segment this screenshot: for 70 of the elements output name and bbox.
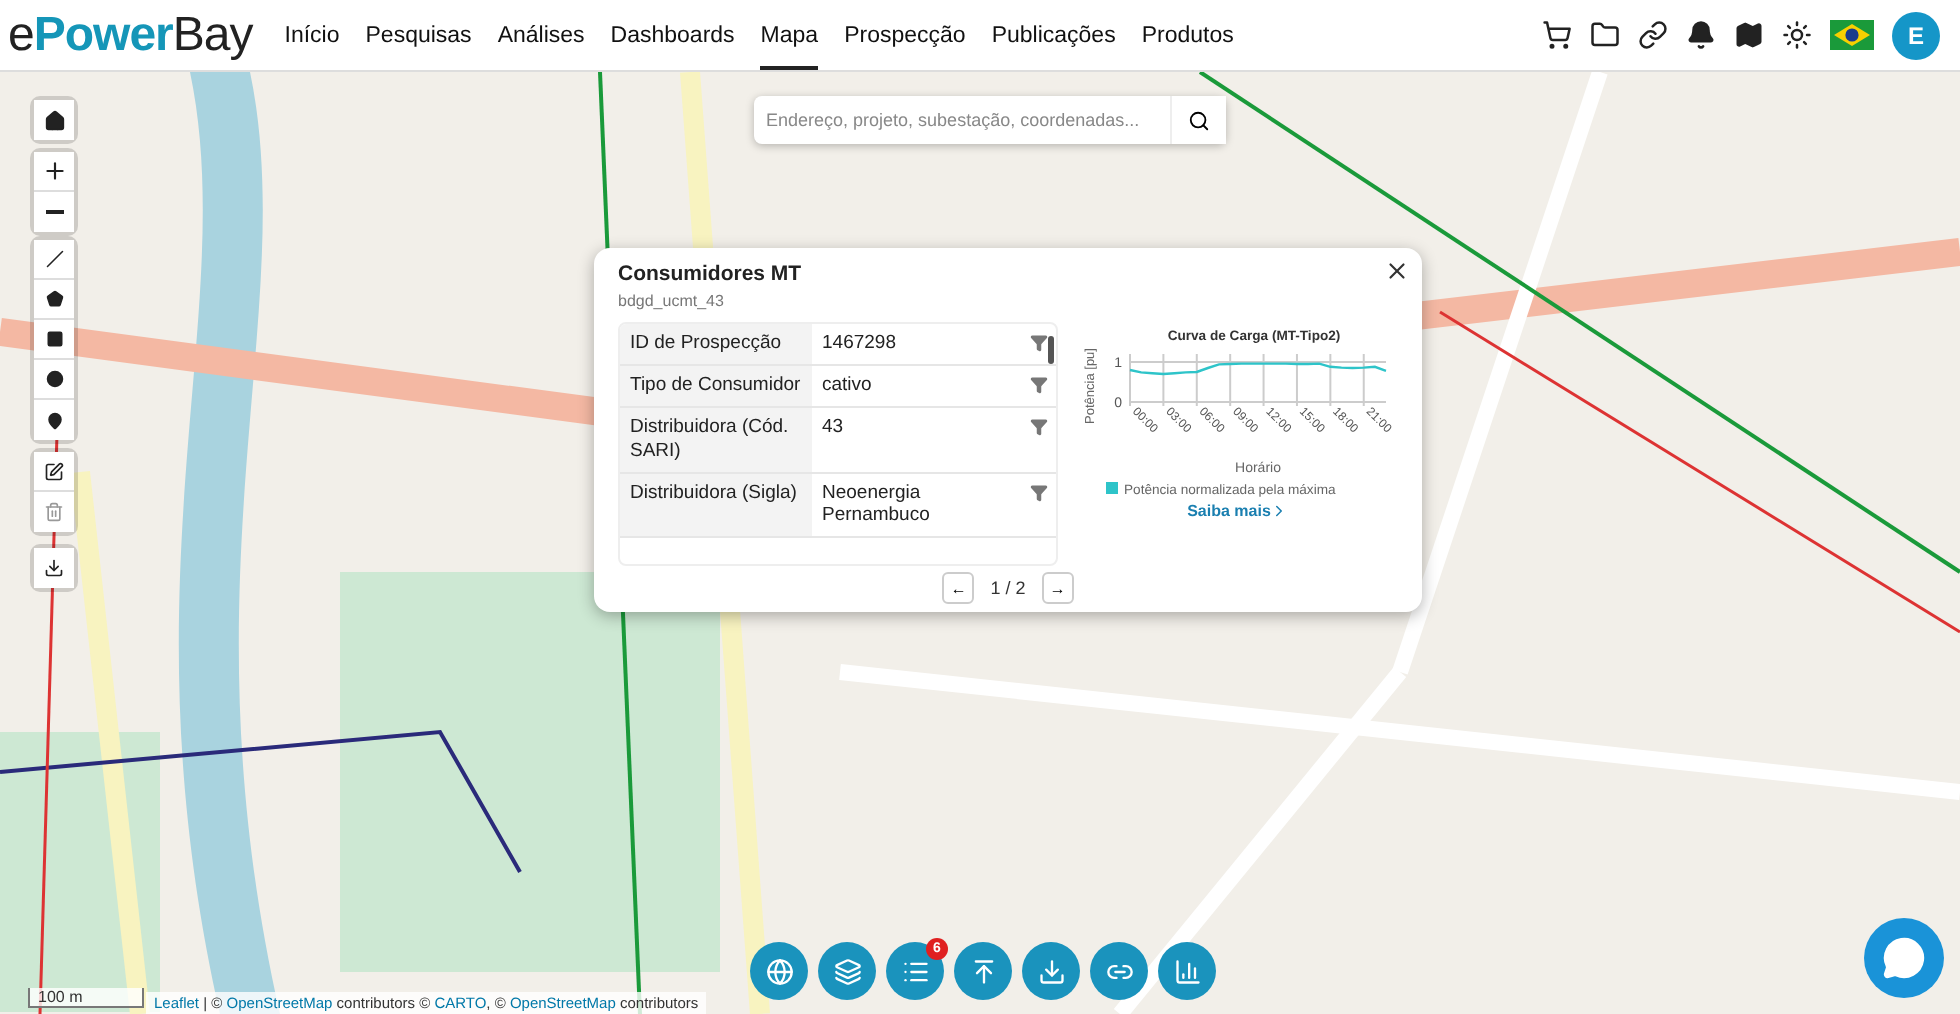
next-button[interactable]: → bbox=[1041, 572, 1074, 604]
circle-icon bbox=[45, 370, 63, 388]
popup-title: Consumidores MT bbox=[618, 262, 804, 286]
more-link[interactable]: Saiba mais bbox=[1187, 502, 1289, 520]
pentagon-icon bbox=[45, 290, 63, 308]
download-icon bbox=[44, 558, 64, 578]
popup-subtitle: bdgd_ucmt_43 bbox=[618, 292, 726, 310]
nav-link[interactable]: Produtos bbox=[1141, 0, 1234, 70]
edit-icon bbox=[44, 461, 64, 481]
list-icon bbox=[901, 957, 929, 985]
minus-icon bbox=[45, 210, 63, 214]
search-field[interactable]: Endereço, projeto, subestação, coordenadas... bbox=[754, 96, 1226, 144]
close-button[interactable] bbox=[1384, 258, 1410, 284]
logo: ePowerBay bbox=[8, 7, 253, 63]
layers-icon bbox=[833, 957, 861, 985]
nav-link[interactable]: Prospecção bbox=[844, 0, 966, 70]
scrollbar bbox=[1048, 336, 1054, 364]
globe-icon bbox=[765, 957, 793, 985]
nav-link[interactable]: Início bbox=[284, 0, 340, 70]
scale-bar: 100 m bbox=[28, 988, 144, 1008]
upload-icon bbox=[969, 957, 997, 985]
attribute-value: Neoenergia Pernambuco bbox=[820, 479, 932, 531]
pin-icon bbox=[45, 411, 63, 429]
legend-swatch bbox=[1106, 482, 1118, 494]
cart-icon bbox=[1542, 20, 1572, 50]
download-button[interactable] bbox=[34, 548, 74, 588]
nav-link[interactable]: Publicações bbox=[991, 0, 1116, 70]
map-icon bbox=[1734, 20, 1764, 50]
nav-link[interactable]: Dashboards bbox=[610, 0, 735, 70]
line-icon bbox=[45, 250, 63, 268]
attribute-label: Distribuidora (Sigla) bbox=[620, 473, 812, 537]
filter-icon bbox=[1030, 483, 1048, 501]
filter-icon bbox=[1030, 334, 1048, 352]
attribute-value: 1467298 bbox=[820, 330, 898, 358]
plus-icon bbox=[41, 158, 67, 184]
filter-icon bbox=[1030, 417, 1048, 436]
filter-icon bbox=[1030, 375, 1048, 394]
flag-icon[interactable] bbox=[1830, 20, 1874, 50]
home-button[interactable] bbox=[34, 100, 74, 140]
close-icon bbox=[1384, 258, 1410, 284]
attribute-value: 43 bbox=[820, 413, 846, 442]
trash-icon bbox=[44, 502, 64, 522]
square-icon bbox=[45, 330, 63, 348]
link-icon bbox=[1638, 20, 1668, 50]
search-button[interactable] bbox=[1170, 96, 1226, 144]
previous-button[interactable]: ← bbox=[942, 572, 975, 604]
search-icon bbox=[1188, 109, 1210, 131]
zoom-in-button[interactable] bbox=[34, 152, 74, 192]
page-indicator: 1 / 2 bbox=[990, 578, 1026, 598]
theme-button[interactable] bbox=[1782, 20, 1812, 50]
attribute-label: Tipo de Consumidor bbox=[620, 365, 812, 406]
nav-link[interactable]: Análises bbox=[497, 0, 585, 70]
line-tool-button[interactable] bbox=[34, 240, 74, 280]
edit-button[interactable] bbox=[34, 452, 74, 492]
link-button[interactable] bbox=[1638, 20, 1668, 50]
sun-icon bbox=[1782, 20, 1812, 50]
download-icon bbox=[1037, 957, 1065, 985]
notifications-button[interactable] bbox=[1686, 20, 1716, 50]
chart-icon bbox=[1173, 957, 1201, 985]
folder-icon bbox=[1590, 20, 1620, 50]
map-button[interactable] bbox=[1734, 20, 1764, 50]
folder-button[interactable] bbox=[1590, 20, 1620, 50]
nav-link[interactable]: Pesquisas bbox=[365, 0, 472, 70]
cart-button[interactable] bbox=[1542, 20, 1572, 50]
home-icon bbox=[43, 109, 65, 131]
attribute-label: Distribuidora (Cód. SARI) bbox=[620, 407, 812, 471]
chat-bubble-icon bbox=[1882, 936, 1926, 980]
bell-icon bbox=[1686, 20, 1716, 50]
attribute-value: cativo bbox=[820, 371, 874, 400]
attribute-label: ID de Prospecção bbox=[620, 324, 812, 364]
